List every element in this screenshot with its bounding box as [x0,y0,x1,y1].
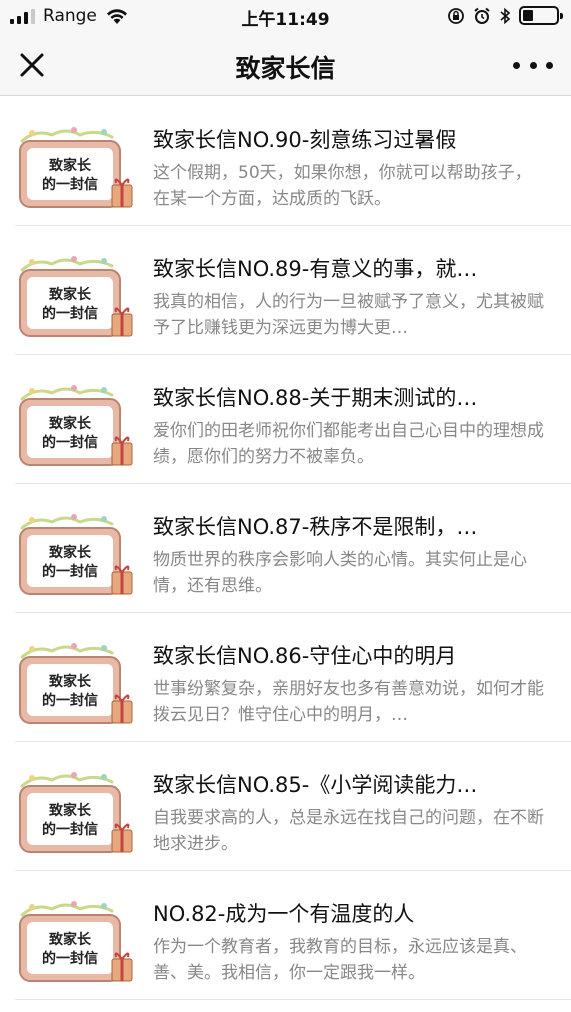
alarm-icon [474,7,490,24]
article-title: 致家长信NO.88-关于期末测试的… [153,386,478,410]
svg-text:致家长: 致家长 [49,544,92,561]
article-title: NO.82-成为一个有温度的人 [153,902,415,926]
svg-text:的一封信: 的一封信 [42,563,98,580]
more-icon[interactable] [513,53,553,77]
article-list-item[interactable]: 致家长 的一封信 致家长信NO.87-秩序不是限制，… 物质世界的秩序会影响人类的… [0,484,571,613]
svg-text:的一封信: 的一封信 [42,176,98,193]
divider [15,999,571,1000]
article-description: 我真的相信，人的行为一旦被赋予了意义，尤其被赋予了比赚钱更为深远更为博大更… [153,292,544,338]
article-description: 爱你们的田老师祝你们都能考出自己心目中的理想成绩，愿你们的努力不被辜负。 [153,421,544,467]
article-title: 致家长信NO.85-《小学阅读能力… [153,773,478,797]
svg-text:的一封信: 的一封信 [42,434,98,451]
svg-text:致家长: 致家长 [49,157,92,174]
article-title: 致家长信NO.89-有意义的事，就… [153,257,478,281]
article-thumbnail: 致家长 的一封信 [16,123,136,213]
article-description: 自我要求高的人，总是永远在找自己的问题，在不断地求进步。 [153,808,544,854]
svg-text:的一封信: 的一封信 [42,692,98,709]
nav-bar: 致家长信 [0,34,571,96]
article-thumbnail: 致家长 的一封信 [16,381,136,471]
svg-text:的一封信: 的一封信 [42,950,98,967]
article-description: 世事纷繁复杂，亲朋好友也多有善意劝说，如何才能拨云见日？惟守住心中的明月，… [153,679,544,725]
article-thumbnail: 致家长 的一封信 [16,897,136,987]
article-description: 这个假期，50天，如果你想，你就可以帮助孩子，在某一个方面，达成质的飞跃。 [153,163,532,209]
article-thumbnail: 致家长 的一封信 [16,639,136,729]
article-description: 物质世界的秩序会影响人类的心情。其实何止是心情，还有思维。 [153,550,527,596]
article-list: 致家长 的一封信 致家长信NO.90-刻意练习过暑假这个假期，50天，如果你想，… [0,97,571,1000]
article-title: 致家长信NO.87-秩序不是限制，… [153,515,478,539]
article-description: 作为一个教育者，我教育的目标，永远应该是真、善、美。我相信，你一定跟我一样。 [153,937,527,983]
article-list-item[interactable]: 致家长 的一封信 NO.82-成为一个有温度的人作为一个教育者，我教育的目标，永… [0,871,571,1000]
close-icon[interactable] [14,47,50,83]
rotation-lock-icon [448,7,464,24]
page-title: 致家长信 [235,54,336,83]
svg-text:致家长: 致家长 [49,802,92,819]
article-list-item[interactable]: 致家长 的一封信 致家长信NO.90-刻意练习过暑假这个假期，50天，如果你想，… [0,97,571,226]
status-bar: Range 上午11:49 [0,0,571,34]
svg-text:致家长: 致家长 [49,415,92,432]
svg-text:致家长: 致家长 [49,286,92,303]
article-thumbnail: 致家长 的一封信 [16,768,136,858]
svg-text:的一封信: 的一封信 [42,821,98,838]
article-thumbnail: 致家长 的一封信 [16,252,136,342]
svg-text:致家长: 致家长 [49,673,92,690]
battery-icon [519,6,563,25]
article-title: 致家长信NO.86-守住心中的明月 [153,644,457,668]
article-list-item[interactable]: 致家长 的一封信 致家长信NO.88-关于期末测试的… 爱你们的田老师祝你们都能考… [0,355,571,484]
article-list-item[interactable]: 致家长 的一封信 致家长信NO.89-有意义的事，就… 我真的相信，人的行为一旦被… [0,226,571,355]
status-right [447,6,563,25]
article-list-item[interactable]: 致家长 的一封信 致家长信NO.86-守住心中的明月世事纷繁复杂，亲朋好友也多有… [0,613,571,742]
svg-text:的一封信: 的一封信 [42,305,98,322]
article-thumbnail: 致家长 的一封信 [16,510,136,600]
article-title: 致家长信NO.90-刻意练习过暑假 [153,128,457,152]
article-list-item[interactable]: 致家长 的一封信 致家长信NO.85-《小学阅读能力… 自我要求高的人，总是永远在… [0,742,571,871]
svg-text:致家长: 致家长 [49,931,92,948]
bluetooth-icon [500,7,511,24]
